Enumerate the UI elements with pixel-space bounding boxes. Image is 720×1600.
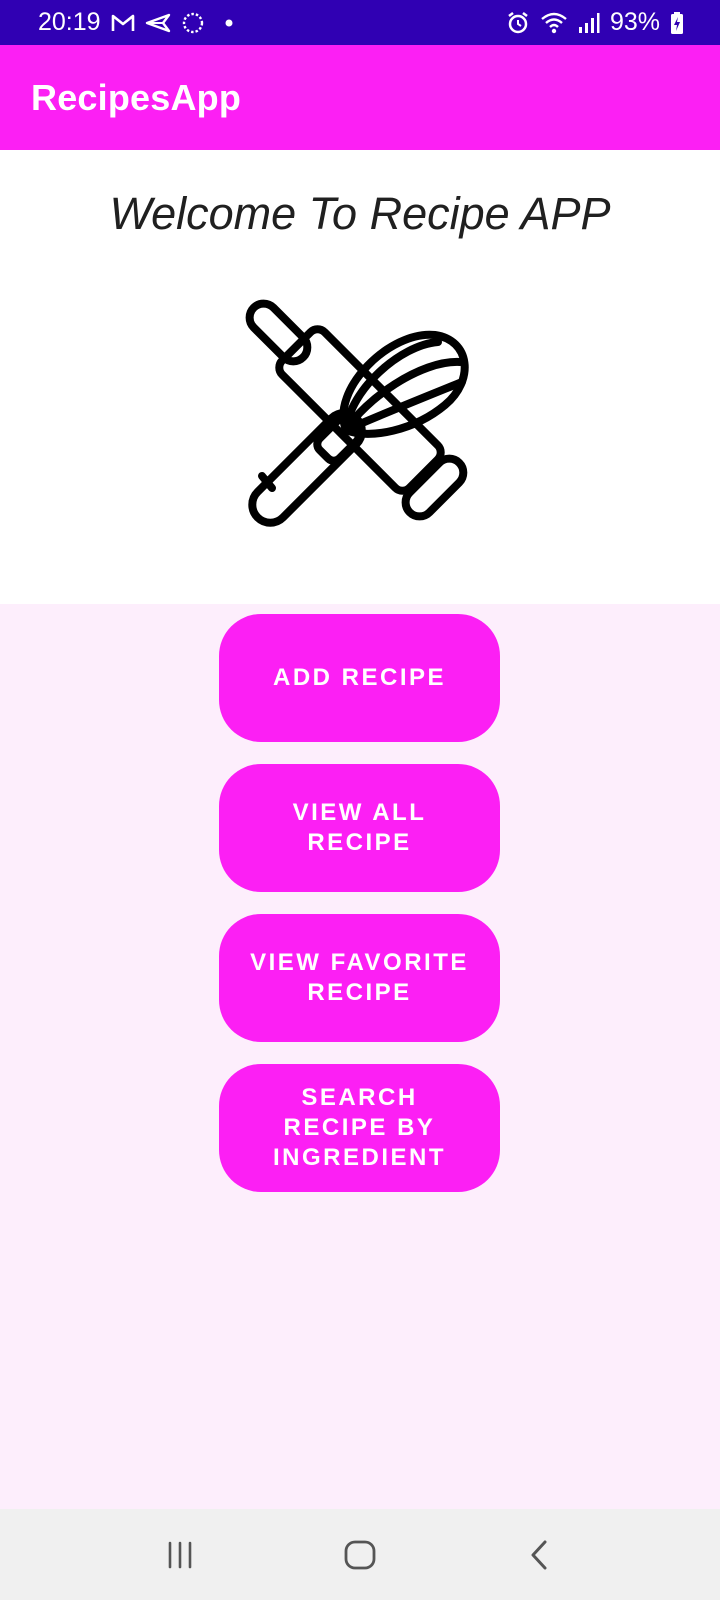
gmail-icon bbox=[111, 13, 135, 33]
welcome-heading: Welcome To Recipe APP bbox=[109, 188, 611, 239]
recents-icon bbox=[168, 1541, 192, 1568]
app-bar: RecipesApp bbox=[0, 45, 720, 150]
back-button[interactable] bbox=[510, 1525, 570, 1585]
search-recipe-by-ingredient-button[interactable]: SEARCH RECIPE BY INGREDIENT bbox=[219, 1064, 500, 1192]
signal-icon bbox=[578, 12, 600, 34]
status-right: 93% bbox=[506, 8, 684, 37]
send-icon bbox=[145, 13, 171, 33]
battery-percent: 93% bbox=[609, 8, 660, 36]
status-left: 20:19 bbox=[38, 8, 239, 37]
home-icon bbox=[344, 1540, 376, 1569]
back-icon bbox=[531, 1540, 547, 1569]
add-recipe-button[interactable]: ADD RECIPE bbox=[219, 614, 500, 742]
status-bar: 20:19 93% bbox=[0, 0, 720, 45]
action-buttons: ADD RECIPE VIEW ALL RECIPE VIEW FAVORITE… bbox=[219, 614, 500, 1192]
dot-icon bbox=[215, 13, 239, 33]
wifi-icon bbox=[540, 11, 568, 35]
recents-button[interactable] bbox=[150, 1525, 210, 1585]
battery-icon bbox=[670, 11, 684, 35]
app-title: RecipesApp bbox=[31, 76, 242, 118]
home-button[interactable] bbox=[330, 1525, 390, 1585]
sync-icon bbox=[181, 11, 205, 35]
status-time: 20:19 bbox=[38, 8, 101, 36]
hero-section: Welcome To Recipe APP bbox=[0, 150, 720, 604]
system-nav-bar bbox=[0, 1509, 720, 1600]
rolling-pin-and-whisk-icon bbox=[245, 299, 469, 527]
alarm-icon bbox=[506, 11, 530, 35]
view-all-recipe-button[interactable]: VIEW ALL RECIPE bbox=[219, 764, 500, 892]
view-favorite-recipe-button[interactable]: VIEW FAVORITE RECIPE bbox=[219, 914, 500, 1042]
